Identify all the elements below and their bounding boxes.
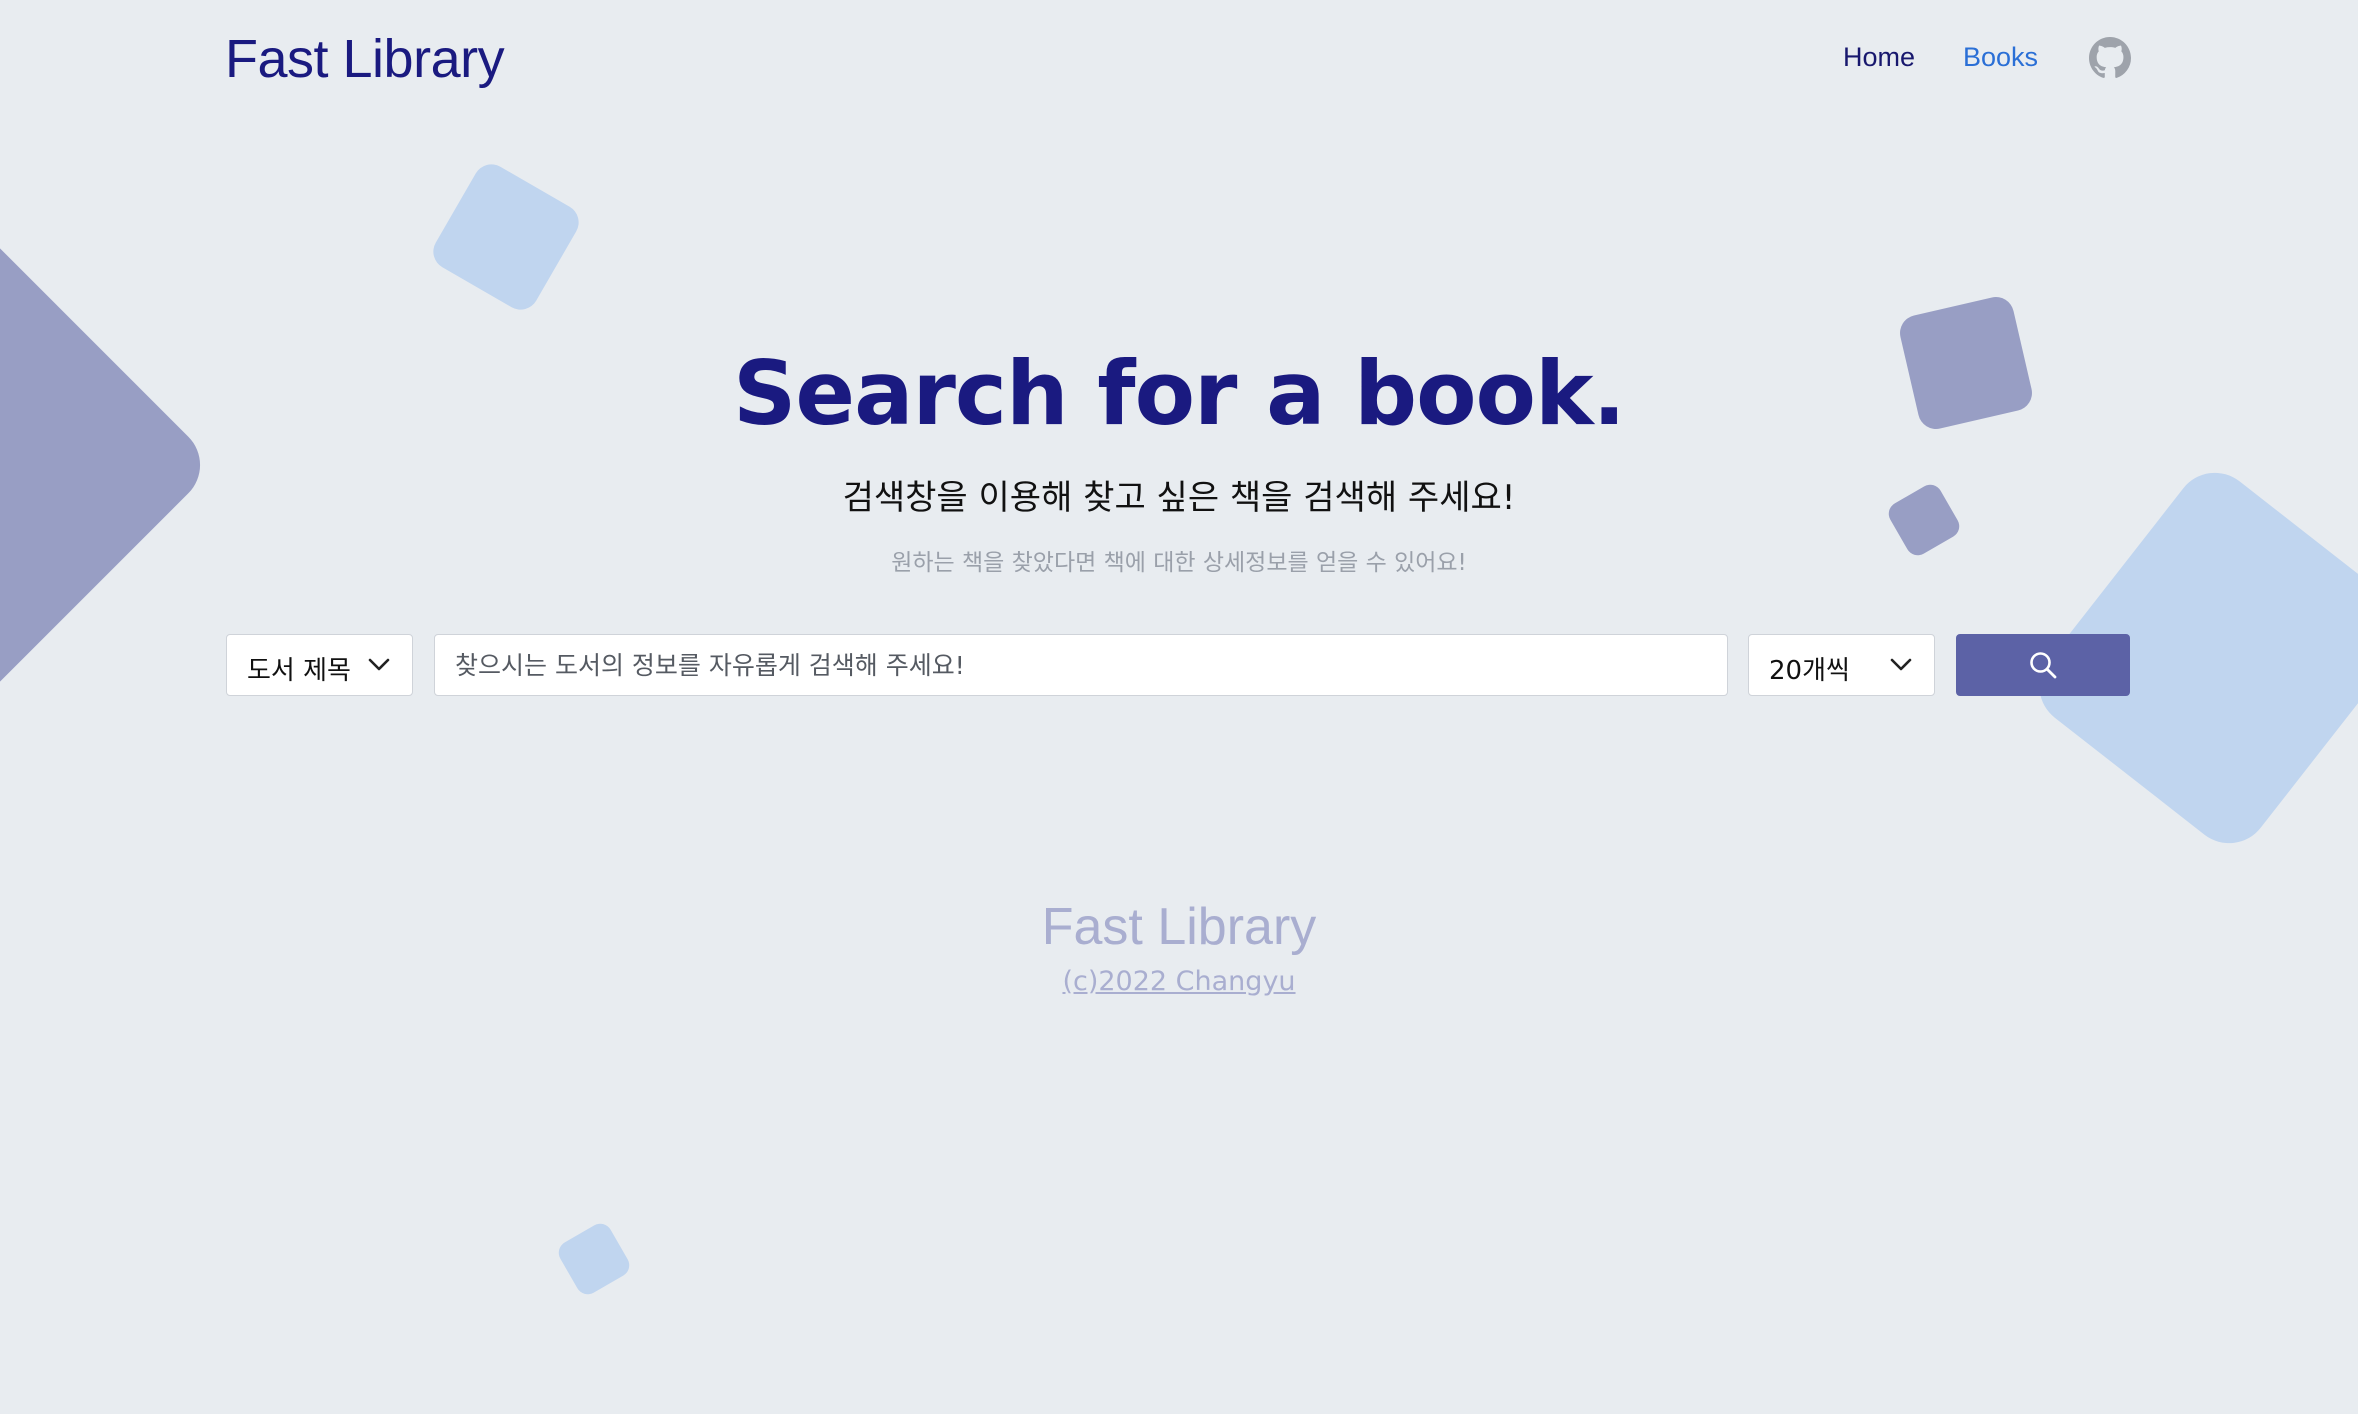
search-button[interactable] [1956,634,2130,696]
search-icon [2030,652,2057,679]
chevron-down-icon [1890,657,1912,673]
footer-copyright-link[interactable]: (c)2022 Changyu [0,966,2358,997]
navbar: Fast Library Home Books [225,20,2131,100]
github-icon[interactable] [2089,37,2131,79]
hero-title: Search for a book. [733,342,1626,445]
page: Fast Library Home Books Search for a boo… [0,0,2358,1414]
hero-note: 원하는 책을 찾았다면 책에 대한 상세정보를 얻을 수 있어요! [891,550,1467,576]
nav-link-books[interactable]: Books [1963,42,2038,73]
decor-shape-bottom-left [554,1219,634,1299]
chevron-down-icon [368,657,390,673]
nav-link-home[interactable]: Home [1843,42,1915,73]
search-field-select[interactable]: 도서 제목 [226,634,413,696]
hero-subtitle: 검색창을 이용해 찾고 싶은 책을 검색해 주세요! [842,478,1516,518]
search-input[interactable] [434,634,1728,696]
footer-title: Fast Library [1041,898,1317,956]
results-per-page-value: 20개씩 [1769,656,1850,686]
search-field-select-value: 도서 제목 [247,656,351,686]
decor-shape-top-left [426,157,586,317]
results-per-page-select[interactable]: 20개씩 [1748,634,1935,696]
brand-logo[interactable]: Fast Library [225,28,505,90]
decor-shape-large-left [0,203,217,727]
